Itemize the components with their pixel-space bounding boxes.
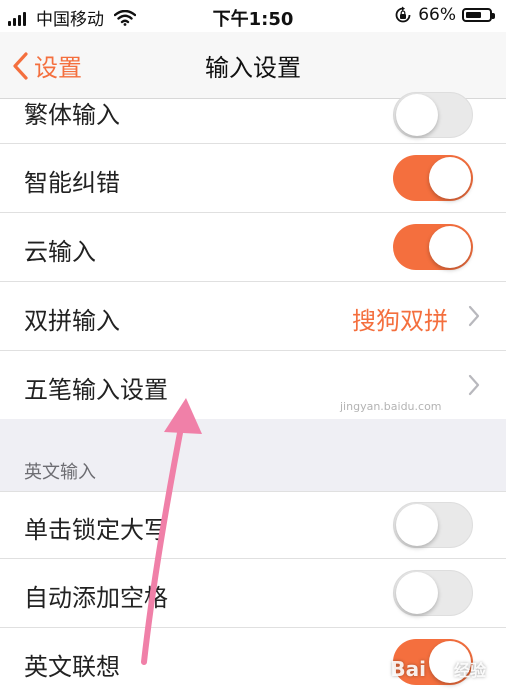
- battery-icon: [462, 8, 495, 22]
- row-label: 云输入: [24, 238, 96, 266]
- traditional-input-toggle[interactable]: [393, 92, 473, 138]
- toggle-knob: [396, 94, 438, 136]
- row-auto-space: 自动添加空格: [0, 559, 506, 627]
- back-button[interactable]: 设置: [12, 48, 82, 83]
- row-smart-correction: 智能纠错: [0, 144, 506, 212]
- chevron-right-icon: [468, 374, 480, 396]
- toggle-knob: [396, 504, 438, 546]
- toggle-knob: [429, 641, 471, 683]
- row-traditional-input: 繁体输入: [0, 92, 506, 143]
- row-label: 英文联想: [24, 653, 120, 681]
- status-bar: 中国移动 下午1:50 66%: [0, 0, 506, 32]
- section-header-english-input: 英文输入: [24, 462, 96, 483]
- toggle-knob: [396, 572, 438, 614]
- battery-tip: [492, 13, 495, 19]
- row-label: 自动添加空格: [24, 584, 168, 612]
- back-label: 设置: [34, 54, 82, 82]
- nav-bar: 设置 输入设置: [0, 32, 506, 99]
- row-label: 单击锁定大写: [24, 516, 168, 544]
- toggle-knob: [429, 157, 471, 199]
- chevron-right-icon: [468, 305, 480, 327]
- row-wubi-settings[interactable]: 五笔输入设置: [0, 351, 506, 419]
- orientation-lock-icon: [395, 6, 411, 23]
- battery-percent: 66%: [418, 5, 456, 25]
- smart-correction-toggle[interactable]: [393, 155, 473, 201]
- screen: 中国移动 下午1:50 66% 设置 输入设置 繁体输入 智能纠错 云输入 双拼…: [0, 0, 506, 695]
- row-label: 五笔输入设置: [24, 376, 168, 404]
- double-pinyin-value: 搜狗双拼: [352, 307, 448, 335]
- row-label: 智能纠错: [24, 169, 120, 197]
- row-english-association: 英文联想: [0, 628, 506, 695]
- battery-fill: [466, 12, 481, 18]
- status-right: 66%: [394, 5, 495, 25]
- caps-lock-toggle[interactable]: [393, 502, 473, 548]
- row-label: 双拼输入: [24, 307, 120, 335]
- row-cloud-input: 云输入: [0, 213, 506, 281]
- row-label: 繁体输入: [24, 101, 120, 129]
- chevron-left-icon: [13, 51, 28, 80]
- row-double-pinyin[interactable]: 双拼输入 搜狗双拼: [0, 282, 506, 350]
- toggle-knob: [429, 226, 471, 268]
- row-caps-lock: 单击锁定大写: [0, 492, 506, 558]
- auto-space-toggle[interactable]: [393, 570, 473, 616]
- cloud-input-toggle[interactable]: [393, 224, 473, 270]
- english-association-toggle[interactable]: [393, 639, 473, 685]
